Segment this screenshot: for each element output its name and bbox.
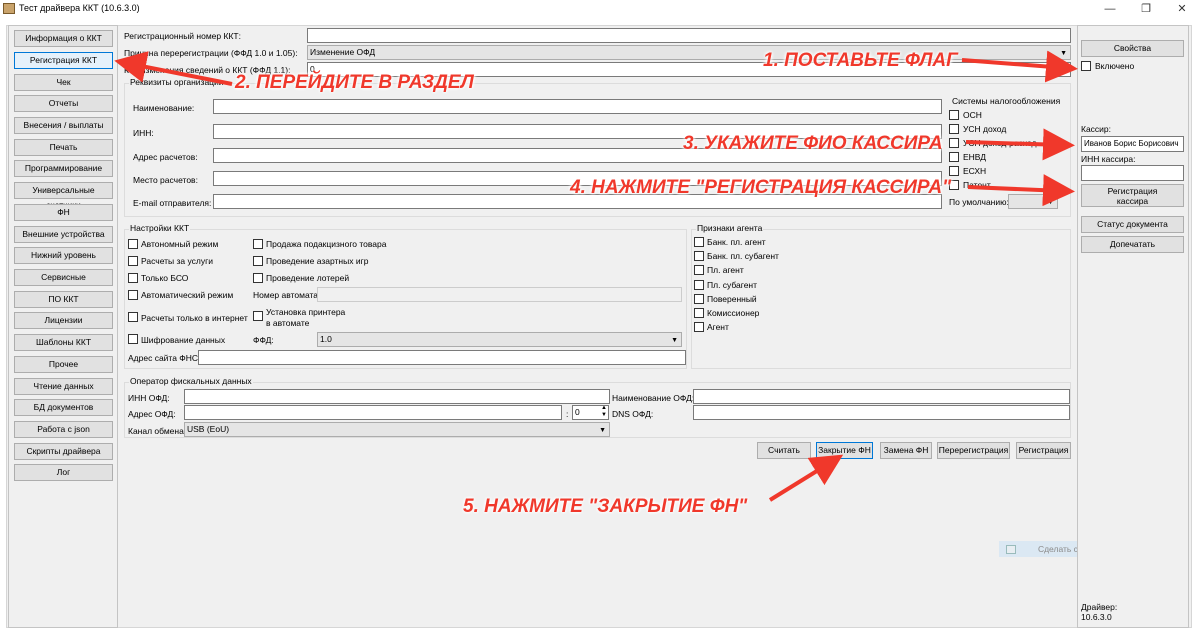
callout-step2: 2. ПЕРЕЙДИТЕ В РАЗДЕЛ: [235, 72, 474, 93]
callout-step1: 1. ПОСТАВЬТЕ ФЛАГ: [763, 50, 958, 71]
arrow-step3: [965, 128, 1075, 161]
arrow-step2: [114, 51, 233, 86]
callout-step3: 3. УКАЖИТЕ ФИО КАССИРА: [683, 133, 943, 154]
arrow-step4: [967, 174, 1075, 207]
callout-step5: 5. НАЖМИТЕ "ЗАКРЫТИЕ ФН": [463, 496, 748, 517]
arrow-step5: [768, 454, 844, 502]
callout-step4: 4. НАЖМИТЕ "РЕГИСТРАЦИЯ КАССИРА": [570, 177, 952, 198]
arrow-step1: [961, 50, 1078, 83]
instruction-arrows: [114, 50, 1078, 502]
